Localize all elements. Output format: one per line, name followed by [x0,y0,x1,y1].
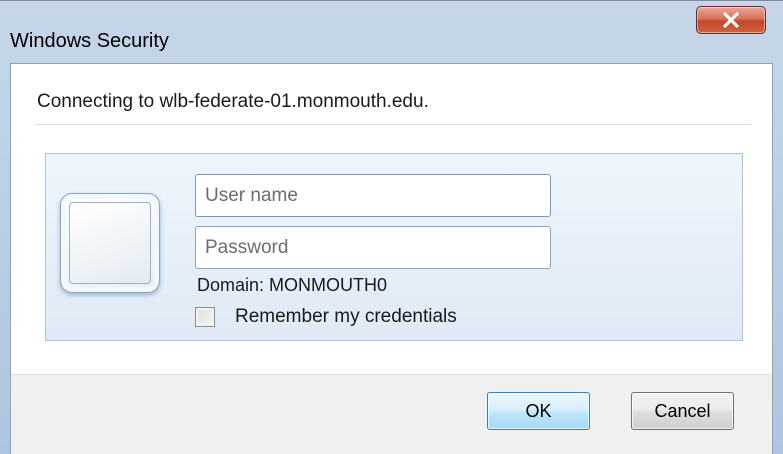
user-tile-frame [69,202,151,284]
username-input[interactable] [195,174,551,217]
button-bar: OK Cancel [11,374,772,454]
divider [37,124,751,125]
connecting-message: Connecting to wlb-federate-01.monmouth.e… [37,91,429,112]
ok-button[interactable]: OK [487,392,590,430]
close-button[interactable] [696,6,766,34]
windows-security-dialog: Windows Security Connecting to wlb-feder… [0,0,783,454]
remember-credentials-row[interactable]: Remember my credentials [195,305,457,329]
password-input[interactable] [195,226,551,269]
remember-credentials-checkbox[interactable] [195,307,215,327]
remember-credentials-label[interactable]: Remember my credentials [235,305,457,329]
dialog-content: Connecting to wlb-federate-01.monmouth.e… [10,63,773,454]
title-bar[interactable] [0,1,783,25]
cancel-button[interactable]: Cancel [631,392,734,430]
window-title: Windows Security [10,30,169,52]
close-x-icon [723,12,739,28]
domain-label: Domain: MONMOUTH0 [197,275,388,295]
user-tile-icon [60,193,160,293]
credential-panel: Domain: MONMOUTH0 Remember my credential… [45,153,743,341]
